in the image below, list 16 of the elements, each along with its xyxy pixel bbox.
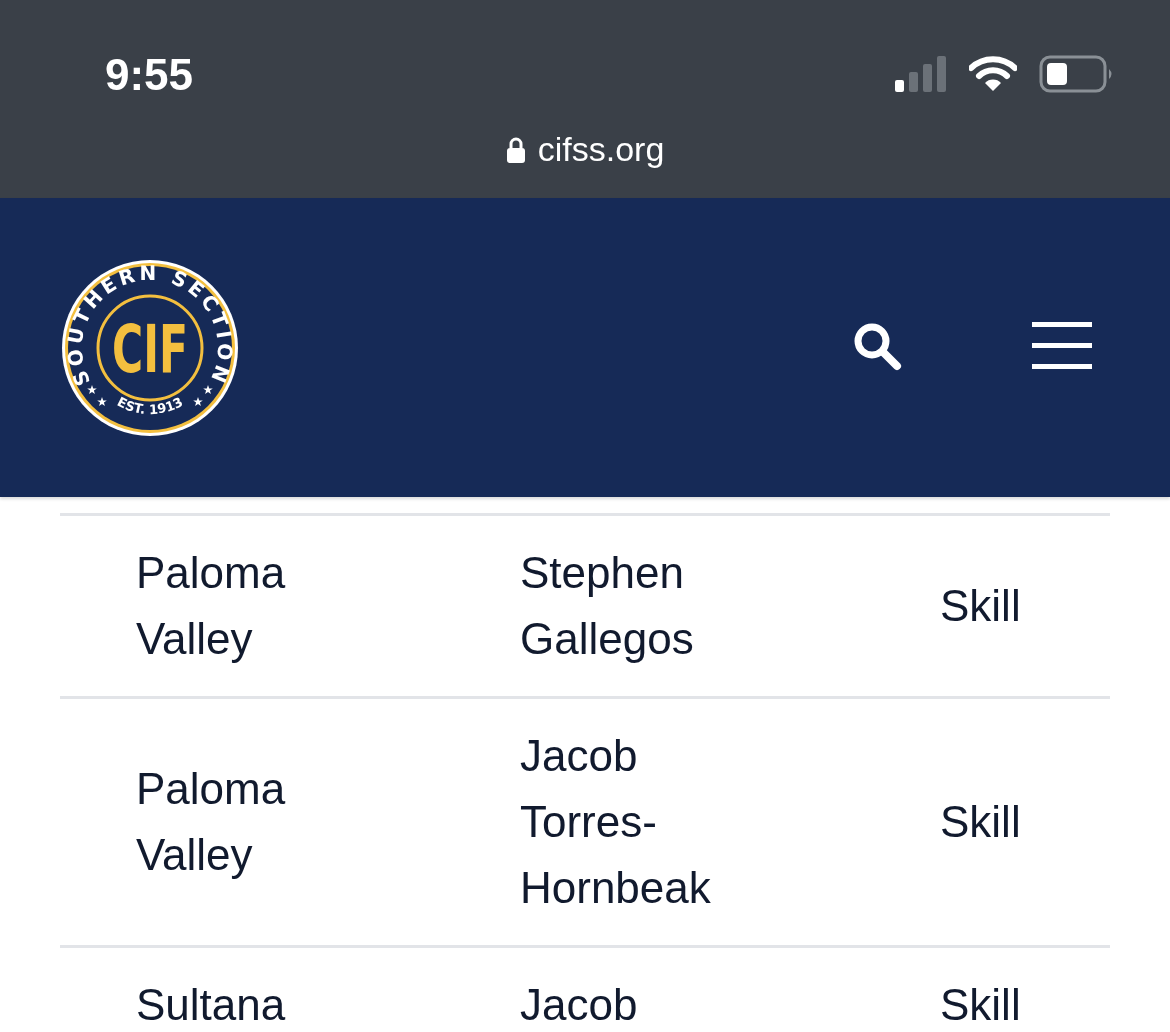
- signal-icon: [895, 56, 947, 92]
- clock-time: 9:55: [105, 50, 194, 100]
- table-cell-text: Skill: [940, 796, 1022, 848]
- table-cell-text: Sultana: [136, 979, 287, 1031]
- table-cell-text: Skill: [940, 979, 1022, 1031]
- url-text[interactable]: cifss.org: [537, 130, 665, 169]
- wifi-icon: [969, 56, 1017, 92]
- table-cell-text: Paloma Valley: [136, 547, 287, 665]
- menu-icon: [1032, 322, 1092, 370]
- search-icon: [852, 321, 902, 371]
- table-cell-text: Jacob: [520, 979, 639, 1031]
- table-cell-text: Stephen Gallegos: [520, 547, 695, 665]
- lock-icon: [505, 136, 526, 163]
- table-cell-text: Jacob Torres-Hornbeak: [520, 730, 712, 914]
- table-cell-text: Skill: [940, 580, 1022, 632]
- table-cell-text: Paloma Valley: [136, 763, 287, 881]
